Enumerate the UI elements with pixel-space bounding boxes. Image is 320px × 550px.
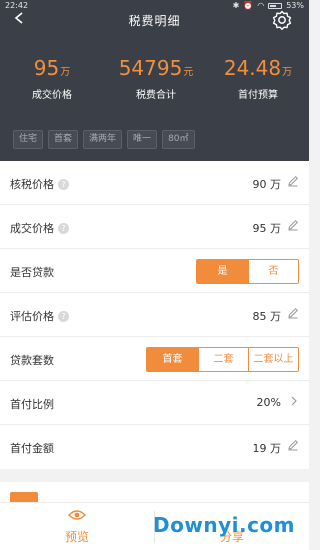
loan-count-selector[interactable]: 首套 二套 二套以上 — [146, 347, 299, 372]
help-icon[interactable]: ? — [58, 223, 69, 234]
stat-unit: 元 — [183, 67, 194, 78]
row-label-text: 核税价格 — [10, 178, 54, 191]
help-icon[interactable]: ? — [58, 311, 69, 322]
row-value: 95 万 — [252, 222, 282, 235]
edit-icon[interactable] — [287, 175, 299, 187]
row-down-ratio[interactable]: 首付比例 20% — [0, 381, 309, 425]
row-loan-count: 贷款套数 首套 二套 二套以上 — [0, 337, 309, 381]
settings-list: 核税价格? 90 万 成交价格? 95 万 是否贷款 是 否 评估价格? 85 … — [0, 161, 309, 469]
stat-value: 24.48 — [223, 56, 282, 80]
status-icons: ✱ ⏰ ◠ 53% — [233, 1, 304, 10]
row-label: 核税价格? — [10, 176, 69, 192]
row-loan: 是否贷款 是 否 — [0, 249, 309, 293]
battery-icon — [268, 2, 283, 9]
row-tax-price[interactable]: 核税价格? 90 万 — [0, 161, 309, 205]
row-label-text: 成交价格 — [10, 222, 54, 235]
row-deal-price[interactable]: 成交价格? 95 万 — [0, 205, 309, 249]
edit-icon[interactable] — [287, 219, 299, 231]
tag: 首套 — [48, 130, 79, 149]
tag: 唯一 — [127, 130, 158, 149]
row-value: 19 万 — [252, 442, 282, 455]
preview-label: 预览 — [64, 530, 89, 544]
row-value: 20% — [256, 396, 281, 409]
row-label: 成交价格? — [10, 220, 69, 236]
section-gap — [0, 469, 309, 482]
row-value: 85 万 — [252, 310, 282, 323]
battery-text: 53% — [286, 1, 304, 10]
preview-button[interactable]: 预览 — [0, 503, 154, 550]
property-tags: 住宅 首套 满两年 唯一 80㎡ — [13, 130, 195, 149]
edit-icon[interactable] — [287, 439, 299, 451]
stat-tax-total: 54795元 税费合计 — [106, 56, 206, 101]
header: 22:42 ✱ ⏰ ◠ 53% 税费明细 95万 成交价格 54795元 税费合… — [0, 0, 309, 161]
stat-deal-price: 95万 成交价格 — [12, 56, 92, 101]
row-label: 贷款套数 — [10, 354, 54, 367]
chevron-right-icon[interactable] — [290, 396, 298, 406]
loan-count-first-option[interactable]: 首套 — [147, 348, 198, 371]
row-label: 评估价格? — [10, 308, 69, 324]
loan-count-second-option[interactable]: 二套 — [198, 348, 248, 371]
row-label: 首付比例 — [10, 398, 54, 411]
loan-no-option[interactable]: 否 — [248, 260, 298, 283]
bottom-bar: 预览 分享 Downyi.com — [0, 502, 309, 550]
page-title: 税费明细 — [128, 14, 181, 28]
loan-yes-option[interactable]: 是 — [197, 260, 248, 283]
stat-value: 95 — [33, 56, 60, 80]
row-value: 90 万 — [252, 178, 282, 191]
tag: 满两年 — [83, 130, 123, 149]
alarm-icon: ⏰ — [243, 1, 254, 10]
loan-toggle[interactable]: 是 否 — [196, 259, 299, 284]
stat-value: 54795 — [118, 56, 183, 80]
tag: 80㎡ — [162, 130, 195, 149]
row-label: 首付金额 — [10, 442, 54, 455]
status-time: 22:42 — [5, 1, 29, 10]
edit-icon[interactable] — [287, 307, 299, 319]
next-section-card — [0, 482, 309, 506]
bluetooth-icon: ✱ — [232, 1, 240, 10]
tag: 住宅 — [13, 130, 44, 149]
row-label: 是否贷款 — [10, 266, 54, 279]
row-label-text: 评估价格 — [10, 310, 54, 323]
watermark-logo: Downyi.com — [153, 513, 295, 537]
stat-down-payment: 24.48万 首付预算 — [218, 56, 298, 101]
stat-unit: 万 — [282, 67, 293, 78]
loan-count-more-option[interactable]: 二套以上 — [248, 348, 298, 371]
gear-icon[interactable] — [272, 10, 292, 30]
row-down-amount[interactable]: 首付金额 19 万 — [0, 425, 309, 469]
wifi-icon: ◠ — [257, 1, 265, 10]
stat-label: 税费合计 — [136, 90, 176, 101]
stat-unit: 万 — [60, 67, 71, 78]
row-appraisal[interactable]: 评估价格? 85 万 — [0, 293, 309, 337]
stat-label: 成交价格 — [32, 90, 72, 101]
stat-label: 首付预算 — [238, 90, 278, 101]
help-icon[interactable]: ? — [58, 179, 69, 190]
title-bar: 税费明细 — [0, 10, 309, 30]
eye-icon — [68, 510, 86, 520]
